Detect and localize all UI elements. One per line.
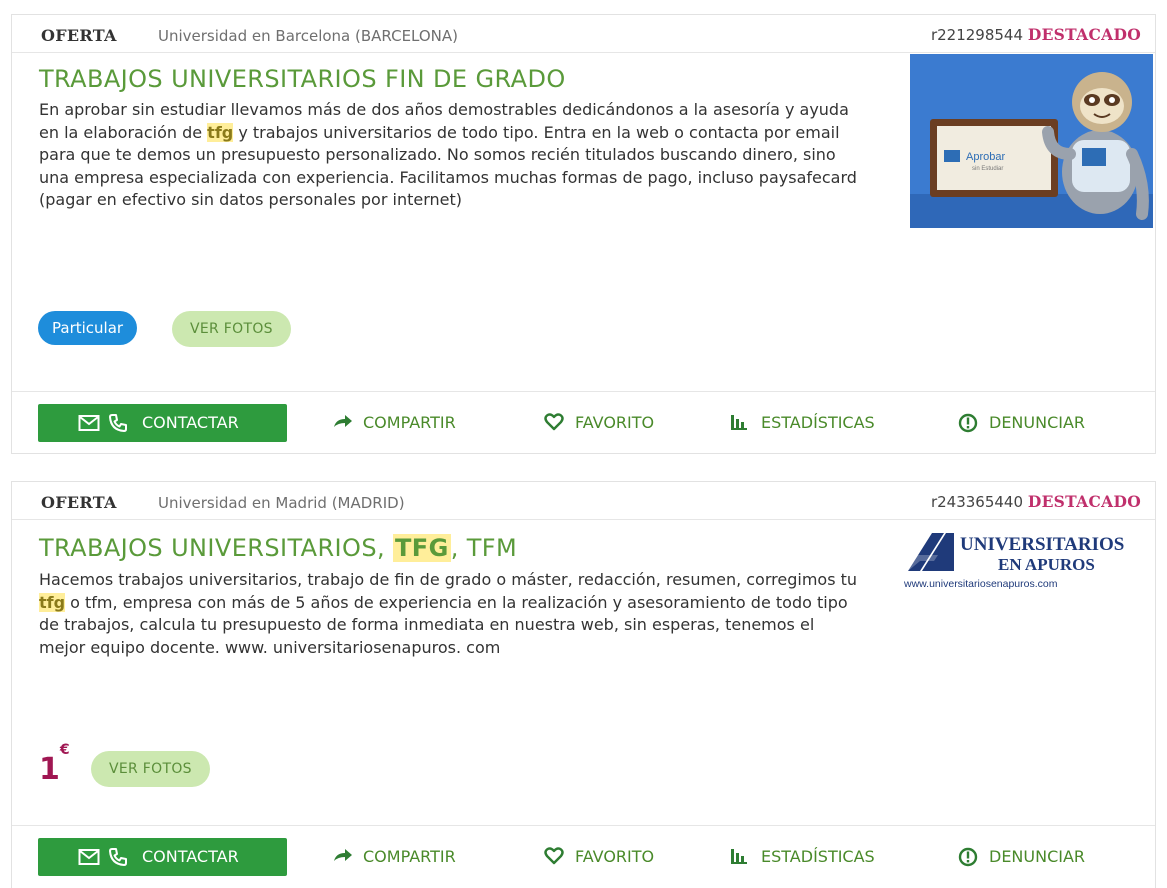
listing-type: OFERTA: [41, 26, 117, 45]
contact-label: CONTACTAR: [142, 413, 239, 432]
listing-title[interactable]: TRABAJOS UNIVERSITARIOS FIN DE GRADO: [39, 65, 566, 93]
seller-type-badge: Particular: [38, 311, 138, 345]
listing-card: OFERTA Universidad en Barcelona (BARCELO…: [11, 14, 1156, 454]
phone-icon: [109, 414, 127, 432]
svg-text:Aprobar: Aprobar: [966, 151, 1005, 163]
favorite-button[interactable]: FAVORITO: [544, 413, 654, 432]
search-term-highlight: tfg: [39, 592, 66, 612]
share-button[interactable]: COMPARTIR: [332, 413, 456, 432]
svg-text:sin Estudiar: sin Estudiar: [972, 166, 1003, 172]
currency-symbol: €: [59, 742, 70, 758]
contact-label: CONTACTAR: [142, 847, 239, 866]
share-button[interactable]: COMPARTIR: [332, 847, 456, 866]
bar-chart-icon: [731, 849, 747, 864]
sloth-mascot-image: Aprobar sin Estudiar: [910, 54, 1153, 228]
alert-circle-icon: [958, 413, 978, 433]
contact-button[interactable]: CONTACTAR: [38, 404, 287, 442]
report-button[interactable]: DENUNCIAR: [958, 847, 1085, 867]
listing-ref: r221298544: [930, 26, 1023, 44]
view-photos-button[interactable]: VER FOTOS: [91, 751, 210, 787]
envelope-icon: [78, 849, 100, 865]
listing-actions: CONTACTAR COMPARTIR FAVORITO ESTADÍSTICA…: [12, 825, 1155, 883]
listing-thumbnail[interactable]: Aprobar sin Estudiar: [910, 54, 1153, 228]
heart-icon: [544, 847, 564, 865]
company-logo[interactable]: UNIVERSITARIOS EN APUROS www.universitar…: [898, 525, 1153, 595]
listing-card: OFERTA Universidad en Madrid (MADRID) r2…: [11, 481, 1156, 888]
universitarios-logo-image: UNIVERSITARIOS EN APUROS www.universitar…: [903, 533, 1124, 590]
svg-text:www.universitariosenapuros.com: www.universitariosenapuros.com: [903, 578, 1058, 590]
listing-description: En aprobar sin estudiar llevamos más de …: [39, 100, 857, 209]
share-arrow-icon: [334, 849, 352, 861]
statistics-button[interactable]: ESTADÍSTICAS: [730, 413, 875, 432]
search-term-highlight: tfg: [207, 122, 234, 142]
listing-title[interactable]: TRABAJOS UNIVERSITARIOS, TFG, TFM: [39, 534, 517, 562]
listing-ref: r243365440: [930, 493, 1023, 511]
view-photos-button[interactable]: VER FOTOS: [172, 311, 291, 347]
envelope-icon: [78, 415, 100, 431]
svg-text:UNIVERSITARIOS: UNIVERSITARIOS: [960, 534, 1124, 555]
contact-button[interactable]: CONTACTAR: [38, 838, 287, 876]
svg-text:EN APUROS: EN APUROS: [998, 555, 1095, 574]
share-arrow-icon: [334, 415, 352, 427]
listing-description: Hacemos trabajos universitarios, trabajo…: [39, 570, 858, 657]
listing-location[interactable]: Universidad en Barcelona (BARCELONA): [158, 27, 458, 45]
phone-icon: [109, 848, 127, 866]
listing-actions: CONTACTAR COMPARTIR FAVORITO ESTADÍSTICA…: [12, 391, 1155, 449]
featured-badge: DESTACADO: [1027, 25, 1141, 44]
listing-header: OFERTA Universidad en Madrid (MADRID) r2…: [12, 482, 1155, 520]
listing-location[interactable]: Universidad en Madrid (MADRID): [158, 494, 405, 512]
listing-type: OFERTA: [41, 493, 117, 512]
search-term-highlight: TFG: [393, 534, 451, 562]
bar-chart-icon: [731, 415, 747, 430]
statistics-button[interactable]: ESTADÍSTICAS: [730, 847, 875, 866]
listing-header: OFERTA Universidad en Barcelona (BARCELO…: [12, 15, 1155, 53]
favorite-button[interactable]: FAVORITO: [544, 847, 654, 866]
featured-badge: DESTACADO: [1027, 492, 1141, 511]
price: 1€: [39, 742, 70, 787]
alert-circle-icon: [958, 847, 978, 867]
heart-icon: [544, 413, 564, 431]
report-button[interactable]: DENUNCIAR: [958, 413, 1085, 433]
